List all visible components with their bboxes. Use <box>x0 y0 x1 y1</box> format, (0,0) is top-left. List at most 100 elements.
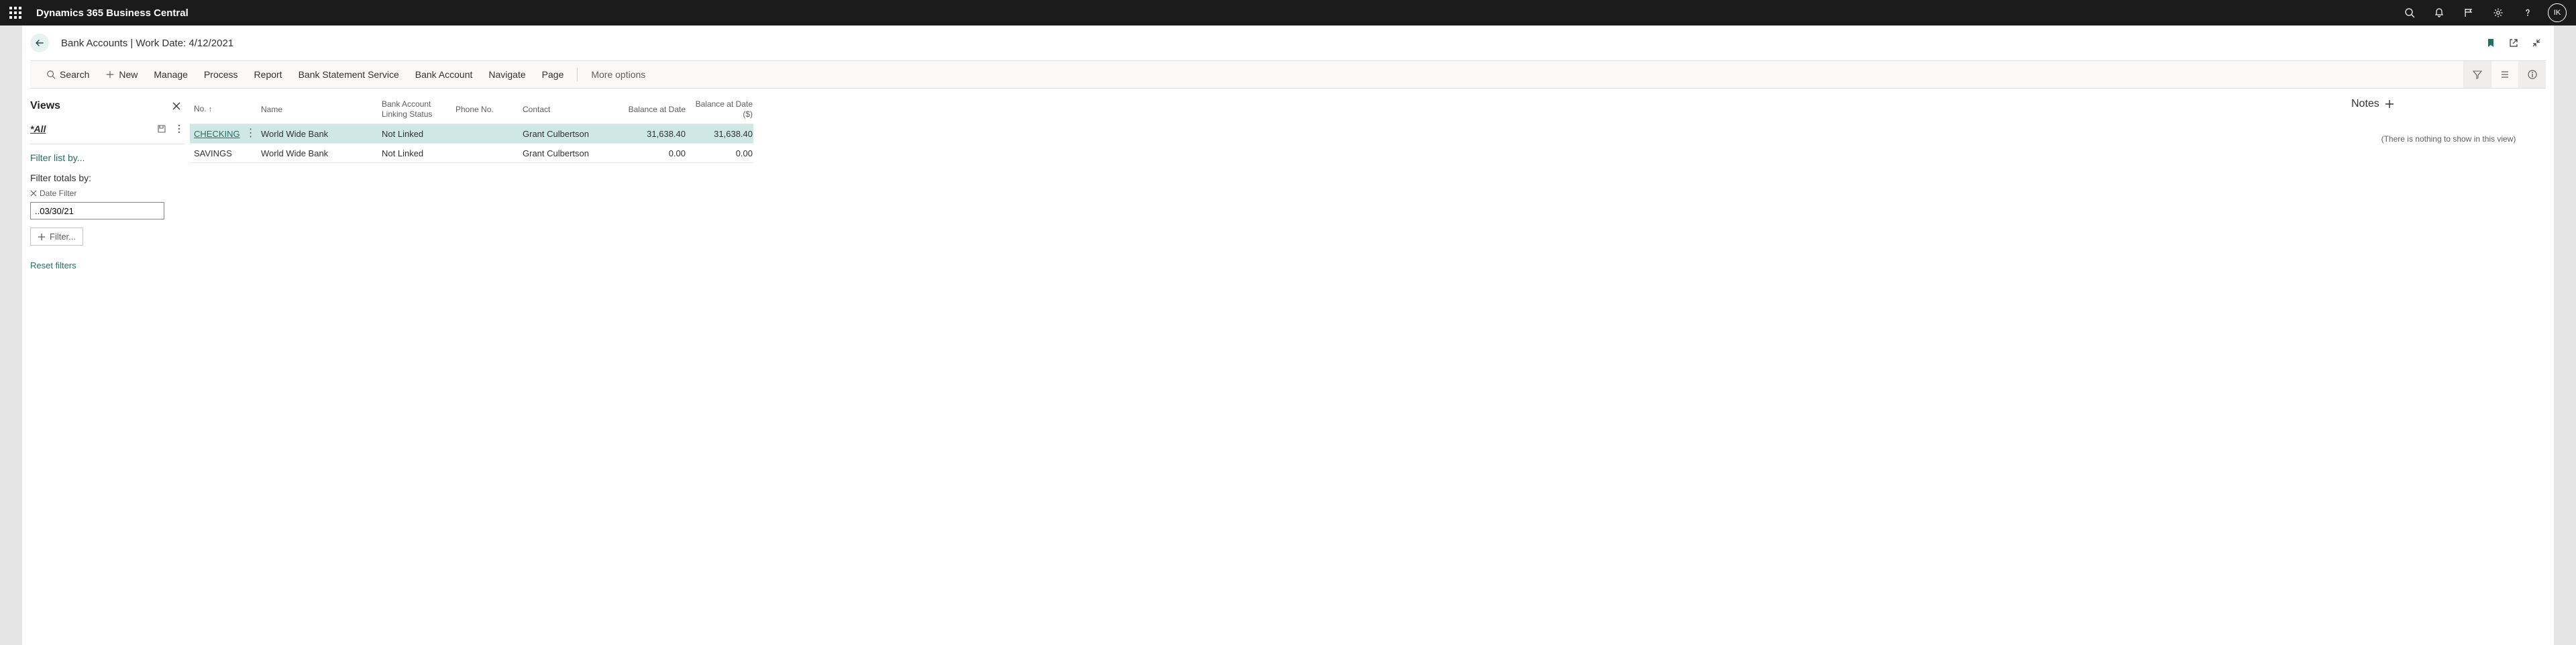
views-all[interactable]: *All <box>30 123 46 134</box>
page-action[interactable]: Page <box>534 61 572 88</box>
page-panel: Bank Accounts | Work Date: 4/12/2021 <box>22 26 2554 645</box>
new-action[interactable]: New <box>97 61 146 88</box>
cell-bal-date: 31,638.40 <box>623 129 690 139</box>
actionbar-separator <box>577 68 578 81</box>
bookmark-icon[interactable] <box>2481 34 2500 52</box>
page-action-label: Page <box>542 69 564 80</box>
filter-list-by[interactable]: Filter list by... <box>30 144 184 167</box>
search-icon[interactable] <box>2396 0 2423 26</box>
cell-bal-date-lcy: 31,638.40 <box>690 129 757 139</box>
search-icon <box>46 70 56 79</box>
user-avatar[interactable]: IK <box>2548 3 2567 22</box>
cell-linking: Not Linked <box>378 148 451 158</box>
save-view-icon[interactable] <box>156 123 167 134</box>
col-no[interactable]: No. <box>190 104 257 115</box>
views-more-icon[interactable] <box>174 123 184 134</box>
date-filter-chip-label: Date Filter <box>40 189 76 198</box>
plus-icon <box>105 70 115 79</box>
new-action-label: New <box>119 69 138 80</box>
notes-heading: Notes <box>2351 98 2379 110</box>
process-action[interactable]: Process <box>196 61 246 88</box>
info-icon <box>2527 69 2538 80</box>
avatar-initials: IK <box>2554 9 2561 17</box>
grid-header-row: No. Name Bank Account Linking Status Pho… <box>190 95 753 123</box>
row-no-link[interactable]: CHECKING <box>194 129 240 139</box>
navigate-label: Navigate <box>488 69 525 80</box>
grid-pane: No. Name Bank Account Linking Status Pho… <box>190 89 2338 645</box>
notes-empty-message: (There is nothing to show in this view) <box>2351 110 2546 144</box>
top-app-bar: Dynamics 365 Business Central IK <box>0 0 2576 26</box>
topbar-left: Dynamics 365 Business Central <box>5 7 189 19</box>
topbar-right: IK <box>2396 0 2571 26</box>
col-name[interactable]: Name <box>257 105 378 115</box>
report-action[interactable]: Report <box>246 61 290 88</box>
cell-contact: Grant Culbertson <box>519 148 623 158</box>
action-bar-right <box>2463 61 2546 88</box>
more-options-action[interactable]: More options <box>583 61 653 88</box>
popout-icon[interactable] <box>2504 34 2523 52</box>
page-title-text: Bank Accounts <box>61 38 127 49</box>
table-row[interactable]: SAVINGS World Wide Bank Not Linked Grant… <box>190 143 753 163</box>
bank-account-label: Bank Account <box>415 69 473 80</box>
main-row: Views *All Filte <box>22 89 2554 645</box>
navigate-action[interactable]: Navigate <box>480 61 533 88</box>
manage-label: Manage <box>154 69 188 80</box>
row-menu-icon[interactable]: ⋮ <box>244 128 257 139</box>
col-phone[interactable]: Phone No. <box>451 105 519 115</box>
cell-no: CHECKING ⋮ <box>190 128 257 139</box>
back-button[interactable] <box>30 34 49 52</box>
more-options-label: More options <box>591 69 645 80</box>
col-bal-date-lcy[interactable]: Balance at Date ($) <box>690 99 757 119</box>
cell-name: World Wide Bank <box>257 148 378 158</box>
stage: Bank Accounts | Work Date: 4/12/2021 <box>0 26 2576 645</box>
date-filter-input[interactable] <box>30 202 164 219</box>
cell-bal-date-lcy: 0.00 <box>690 148 757 158</box>
col-bal-date[interactable]: Balance at Date <box>623 105 690 115</box>
bank-statement-service-label: Bank Statement Service <box>299 69 399 80</box>
bank-statement-service-action[interactable]: Bank Statement Service <box>290 61 407 88</box>
filter-pane-toggle[interactable] <box>2463 61 2491 88</box>
views-heading: Views <box>30 100 60 112</box>
close-icon[interactable] <box>168 98 184 114</box>
action-bar: Search New Manage Process Report Bank St… <box>30 60 2546 89</box>
app-launcher-icon[interactable] <box>9 7 21 19</box>
list-icon <box>2500 69 2510 80</box>
filter-icon <box>2472 69 2483 80</box>
factbox-pane: Notes (There is nothing to show in this … <box>2338 89 2546 645</box>
list-toggle[interactable] <box>2491 61 2518 88</box>
col-linking[interactable]: Bank Account Linking Status <box>378 99 451 119</box>
page-header-actions <box>2481 34 2546 52</box>
remove-chip-icon <box>30 190 37 197</box>
add-note-icon[interactable] <box>2385 99 2394 109</box>
page-title: Bank Accounts | Work Date: 4/12/2021 <box>61 38 233 49</box>
plus-icon <box>38 233 46 241</box>
help-icon[interactable] <box>2514 0 2541 26</box>
date-filter-chip[interactable]: Date Filter <box>30 187 184 202</box>
cell-contact: Grant Culbertson <box>519 129 623 139</box>
bank-account-action[interactable]: Bank Account <box>407 61 481 88</box>
reset-filters-link[interactable]: Reset filters <box>30 260 184 270</box>
notifications-icon[interactable] <box>2426 0 2453 26</box>
manage-action[interactable]: Manage <box>146 61 196 88</box>
report-label: Report <box>254 69 282 80</box>
filter-totals-label: Filter totals by: <box>30 167 184 187</box>
grid: No. Name Bank Account Linking Status Pho… <box>190 95 753 163</box>
cell-linking: Not Linked <box>378 129 451 139</box>
views-row-actions <box>156 123 184 134</box>
factbox-toggle[interactable] <box>2518 61 2546 88</box>
table-row[interactable]: CHECKING ⋮ World Wide Bank Not Linked Gr… <box>190 123 753 143</box>
add-filter-button[interactable]: Filter... <box>30 228 83 246</box>
col-contact[interactable]: Contact <box>519 105 623 115</box>
flag-icon[interactable] <box>2455 0 2482 26</box>
collapse-icon[interactable] <box>2527 34 2546 52</box>
cell-no: SAVINGS <box>190 148 257 158</box>
filters-pane: Views *All Filte <box>30 89 190 645</box>
settings-icon[interactable] <box>2485 0 2512 26</box>
action-bar-left: Search New Manage Process Report Bank St… <box>30 61 653 88</box>
work-date-label: Work Date: 4/12/2021 <box>136 38 233 49</box>
process-label: Process <box>204 69 238 80</box>
row-no-text[interactable]: SAVINGS <box>194 148 232 158</box>
page-header: Bank Accounts | Work Date: 4/12/2021 <box>22 26 2554 60</box>
search-action[interactable]: Search <box>38 61 97 88</box>
views-header: Views <box>30 98 184 121</box>
